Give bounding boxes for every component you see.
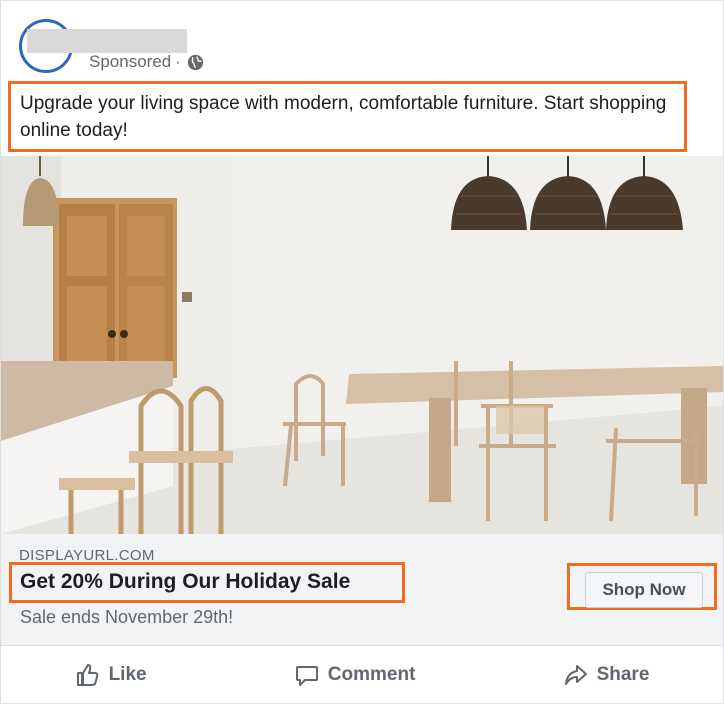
- like-button[interactable]: Like: [75, 662, 147, 688]
- comment-button[interactable]: Comment: [294, 662, 416, 688]
- share-label: Share: [596, 663, 650, 685]
- action-bar: Like Comment Share: [1, 646, 723, 703]
- share-arrow-icon: [564, 664, 587, 685]
- shop-now-button[interactable]: Shop Now: [585, 572, 703, 608]
- comment-icon: [295, 665, 318, 686]
- dining-room-photo: [1, 156, 723, 534]
- page-name-redacted: [27, 29, 187, 53]
- comment-label: Comment: [327, 663, 416, 685]
- sponsored-line: Sponsored ·: [89, 52, 204, 72]
- sponsored-label[interactable]: Sponsored: [89, 52, 171, 72]
- globe-icon[interactable]: [187, 54, 204, 71]
- ad-image-dining-room[interactable]: [1, 156, 723, 534]
- like-label: Like: [108, 663, 147, 685]
- share-button[interactable]: Share: [563, 662, 650, 688]
- separator: ·: [175, 52, 181, 71]
- link-description: Sale ends November 29th!: [20, 607, 234, 627]
- primary-text: Upgrade your living space with modern, c…: [8, 81, 687, 152]
- facebook-ad-card: Sponsored · Upgrade your living space wi…: [0, 0, 724, 704]
- link-headline[interactable]: Get 20% During Our Holiday Sale: [20, 570, 350, 594]
- link-preview[interactable]: DISPLAYURL.COM Get 20% During Our Holida…: [1, 534, 723, 646]
- thumbs-up-icon: [76, 663, 98, 686]
